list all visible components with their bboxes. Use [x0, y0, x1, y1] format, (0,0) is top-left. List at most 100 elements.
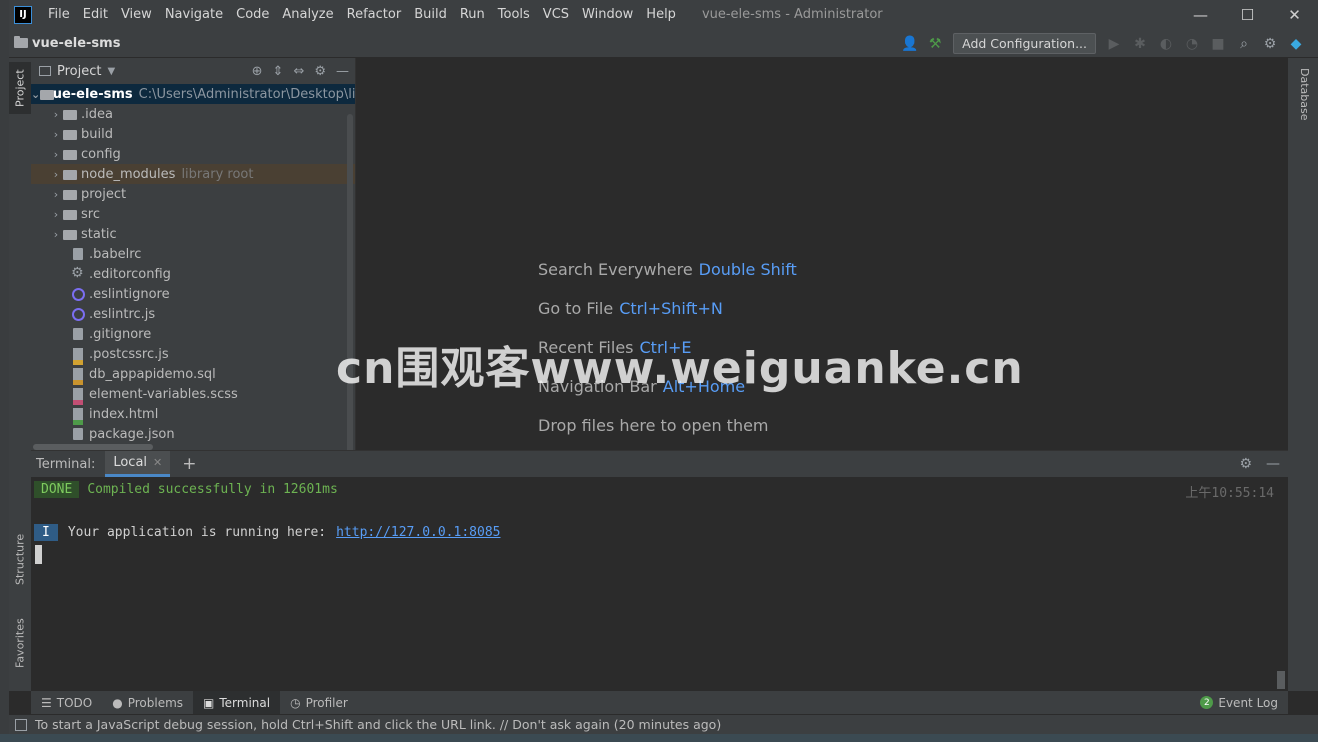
menu-refactor[interactable]: Refactor: [347, 7, 402, 22]
structure-tool-tab[interactable]: Structure: [9, 524, 31, 594]
gear-icon[interactable]: ⚙: [314, 64, 326, 79]
coverage-icon[interactable]: ◐: [1158, 36, 1174, 52]
chevron-right-icon[interactable]: ›: [49, 128, 63, 141]
problems-tool-button[interactable]: ● Problems: [102, 691, 193, 714]
folder-icon: [63, 227, 77, 241]
profile-icon[interactable]: ◔: [1184, 36, 1200, 52]
tree-row[interactable]: › node_modules library root: [31, 164, 355, 184]
expand-all-icon[interactable]: ⇕: [273, 64, 284, 79]
todo-tool-button[interactable]: ☰ TODO: [31, 691, 102, 714]
tree-row[interactable]: index.html: [31, 404, 355, 425]
tree-row[interactable]: › src: [31, 204, 355, 224]
menu-view[interactable]: View: [121, 7, 152, 22]
menu-edit[interactable]: Edit: [83, 7, 108, 22]
tree-row[interactable]: .postcssrc.js: [31, 344, 355, 365]
chevron-down-icon[interactable]: ▼: [107, 66, 115, 77]
search-icon[interactable]: ⌕: [1236, 36, 1252, 52]
title-menu-bar: IJ File Edit View Navigate Code Analyze …: [9, 0, 1318, 29]
chevron-right-icon[interactable]: ›: [49, 168, 63, 181]
chevron-right-icon[interactable]: ›: [49, 148, 63, 161]
tree-row[interactable]: db_appapidemo.sql: [31, 364, 355, 385]
stop-icon[interactable]: ■: [1210, 36, 1226, 52]
menu-vcs[interactable]: VCS: [543, 7, 569, 22]
tool-label: Profiler: [305, 695, 348, 710]
database-tool-tab[interactable]: Database: [1298, 68, 1311, 121]
editor-empty-area: Search Everywhere Double Shift Go to File…: [355, 58, 1288, 450]
hide-icon[interactable]: —: [1266, 456, 1280, 472]
library-root-label: library root: [181, 166, 254, 182]
status-message[interactable]: To start a JavaScript debug session, hol…: [35, 717, 721, 732]
tree-row[interactable]: package.json: [31, 424, 355, 444]
app-url-link[interactable]: http://127.0.0.1:8085: [336, 525, 500, 540]
project-panel-header: Project ▼ ⊕ ⇕ ⇔ ⚙ —: [31, 58, 355, 84]
tree-label: db_appapidemo.sql: [89, 366, 216, 382]
chevron-down-icon[interactable]: ⌄: [31, 88, 40, 101]
profiler-tool-button[interactable]: ◷ Profiler: [280, 691, 358, 714]
right-tool-strip: Database: [1288, 58, 1318, 691]
menu-analyze[interactable]: Analyze: [282, 7, 333, 22]
tree-row[interactable]: › project: [31, 184, 355, 204]
project-tool-tab[interactable]: Project: [9, 62, 31, 114]
tree-vertical-scrollbar[interactable]: [347, 114, 353, 450]
menu-help[interactable]: Help: [646, 7, 676, 22]
gear-icon[interactable]: ⚙: [1239, 456, 1252, 472]
event-log-button[interactable]: 2 Event Log: [1200, 696, 1278, 710]
tree-row[interactable]: › .idea: [31, 104, 355, 124]
chevron-right-icon[interactable]: ›: [49, 208, 63, 221]
tree-label: .editorconfig: [89, 266, 171, 282]
menu-build[interactable]: Build: [414, 7, 447, 22]
terminal-scrollbar[interactable]: [1277, 671, 1285, 689]
minimize-button[interactable]: —: [1177, 0, 1224, 29]
menu-navigate[interactable]: Navigate: [165, 7, 223, 22]
menu-file[interactable]: File: [48, 7, 70, 22]
hide-icon[interactable]: —: [336, 64, 349, 79]
menu-run[interactable]: Run: [460, 7, 485, 22]
tree-label: build: [81, 126, 113, 142]
build-hammer-icon[interactable]: ⚒: [927, 36, 943, 52]
settings-icon[interactable]: ⚙: [1262, 36, 1278, 52]
hint-navigation-bar: Navigation Bar Alt+Home: [538, 377, 745, 396]
tree-row[interactable]: .gitignore: [31, 324, 355, 344]
favorites-tool-tab[interactable]: Favorites: [9, 610, 31, 676]
add-configuration-button[interactable]: Add Configuration...: [953, 33, 1096, 54]
status-toggle-icon[interactable]: [15, 718, 27, 731]
tree-row[interactable]: › build: [31, 124, 355, 144]
menu-code[interactable]: Code: [236, 7, 269, 22]
event-count-badge: 2: [1200, 696, 1214, 709]
collapse-all-icon[interactable]: ⇔: [293, 64, 304, 79]
new-terminal-button[interactable]: +: [182, 454, 196, 474]
run-icon[interactable]: ▶: [1106, 36, 1122, 52]
tool-window-bar: ☰ TODO ● Problems ▣ Terminal ◷ Profiler …: [31, 691, 1288, 714]
folder-icon: [63, 187, 77, 201]
user-icon[interactable]: 👤: [901, 36, 918, 52]
terminal-tab-label: Local: [113, 455, 148, 470]
chevron-right-icon[interactable]: ›: [49, 188, 63, 201]
locate-icon[interactable]: ⊕: [252, 64, 263, 79]
menu-window[interactable]: Window: [582, 7, 633, 22]
menu-tools[interactable]: Tools: [498, 7, 530, 22]
tree-root-row[interactable]: ⌄ vue-ele-sms C:\Users\Administrator\Des…: [31, 84, 355, 104]
tree-row[interactable]: .editorconfig: [31, 264, 355, 284]
chevron-right-icon[interactable]: ›: [49, 228, 63, 241]
project-view-icon: [39, 66, 51, 76]
terminal-tab-local[interactable]: Local ✕: [105, 451, 171, 477]
maximize-button[interactable]: ☐: [1224, 0, 1271, 29]
hint-label: Drop files here to open them: [538, 416, 769, 435]
debug-icon[interactable]: ✱: [1132, 36, 1148, 52]
jetbrains-icon[interactable]: ◆: [1288, 36, 1304, 52]
nav-project-crumb[interactable]: vue-ele-sms: [14, 36, 120, 51]
chevron-right-icon[interactable]: ›: [49, 108, 63, 121]
tree-row[interactable]: .eslintrc.js: [31, 304, 355, 324]
terminal-output[interactable]: DONE Compiled successfully in 12601ms 上午…: [31, 477, 1288, 691]
tree-row[interactable]: .babelrc: [31, 244, 355, 264]
project-panel-title[interactable]: Project: [57, 64, 101, 79]
close-tab-icon[interactable]: ✕: [153, 456, 162, 469]
close-button[interactable]: ✕: [1271, 0, 1318, 29]
tree-row[interactable]: element-variables.scss: [31, 384, 355, 405]
tree-row[interactable]: › config: [31, 144, 355, 164]
hint-label: Navigation Bar: [538, 377, 657, 396]
tree-row[interactable]: › static: [31, 224, 355, 244]
tree-label: node_modules: [81, 166, 176, 182]
terminal-tool-button[interactable]: ▣ Terminal: [193, 691, 281, 714]
tree-row[interactable]: .eslintignore: [31, 284, 355, 304]
